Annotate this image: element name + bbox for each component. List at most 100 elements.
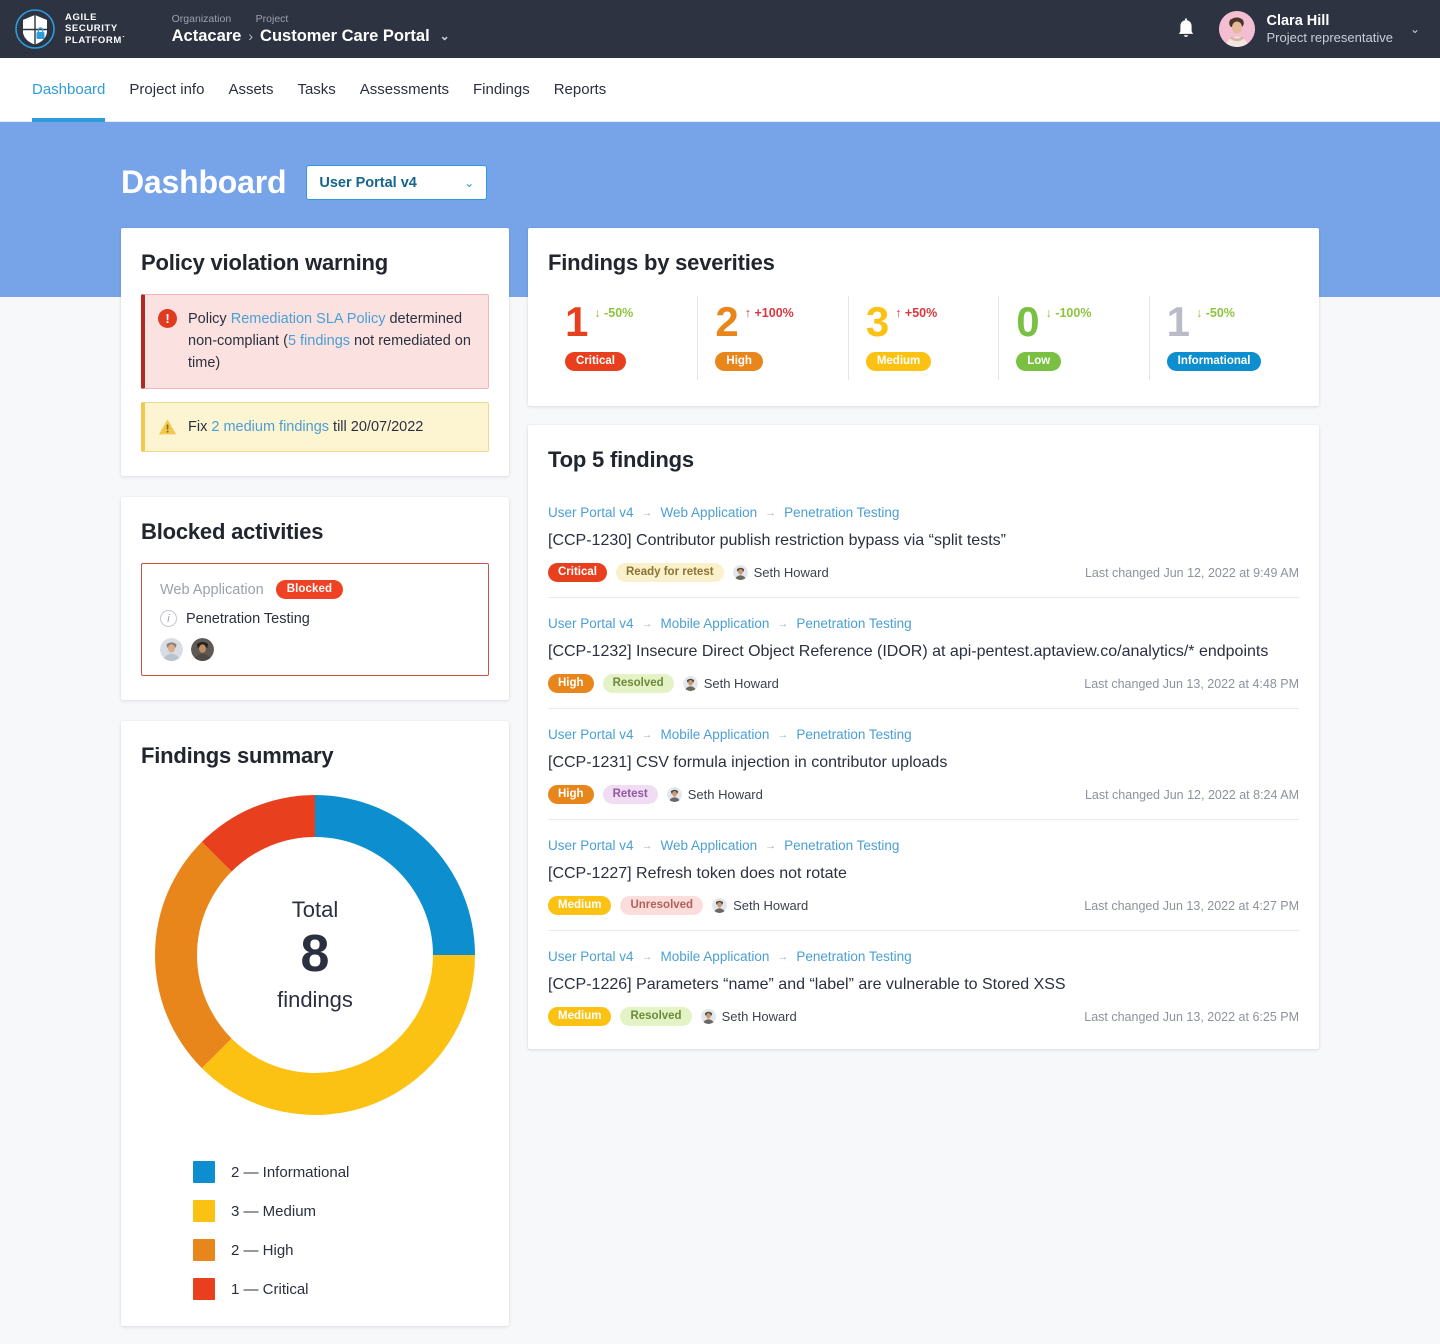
breadcrumb-link[interactable]: Penetration Testing <box>796 727 911 742</box>
chevron-down-icon[interactable]: ⌄ <box>440 26 450 46</box>
breadcrumb-link[interactable]: User Portal v4 <box>548 727 634 742</box>
policy-warning-alert[interactable]: Fix 2 medium findings till 20/07/2022 <box>141 402 489 452</box>
policy-error-alert[interactable]: ! Policy Remediation SLA Policy determin… <box>141 294 489 389</box>
breadcrumb-arrow-icon: → <box>777 728 789 741</box>
breadcrumb-link[interactable]: User Portal v4 <box>548 838 634 853</box>
severity-count: 0 <box>1016 298 1040 345</box>
breadcrumb-link[interactable]: Web Application <box>661 838 758 853</box>
trend-arrow-icon: ↓ <box>1045 306 1052 320</box>
severity-cell-medium[interactable]: 3 ↑ +50% Medium <box>847 296 998 380</box>
organization-value[interactable]: Actacare <box>172 26 242 46</box>
severity-delta: ↓ -100% <box>1046 300 1092 320</box>
severity-delta-value: -50% <box>1205 306 1235 320</box>
dashboard-page: AGILE SECURITY PLATFORM˙ Organization Pr… <box>0 0 1440 1344</box>
breadcrumb-link[interactable]: User Portal v4 <box>548 505 634 520</box>
finding-title[interactable]: [CCP-1232] Insecure Direct Object Refere… <box>548 641 1299 663</box>
legend-item: 2 — High <box>193 1239 489 1261</box>
breadcrumb-link[interactable]: Penetration Testing <box>796 949 911 964</box>
finding-title[interactable]: [CCP-1230] Contributor publish restricti… <box>548 530 1299 552</box>
user-name: Clara Hill <box>1266 12 1330 29</box>
finding-meta: Medium Unresolved Seth Howard Last changed … <box>548 896 1299 915</box>
policy-warning-text: Fix 2 medium findings till 20/07/2022 <box>188 416 423 438</box>
severity-delta-value: -50% <box>604 306 634 320</box>
finding-row[interactable]: User Portal v4 → Mobile Application → Penetr… <box>548 598 1299 709</box>
finding-row[interactable]: User Portal v4 → Mobile Application → Penetr… <box>548 931 1299 1041</box>
finding-row[interactable]: User Portal v4 → Web Application → Penetrati… <box>548 820 1299 931</box>
tab-project-info[interactable]: Project info <box>117 58 216 122</box>
trend-arrow-icon: ↑ <box>895 306 902 320</box>
breadcrumb-link[interactable]: Penetration Testing <box>784 838 899 853</box>
brand-line-1: AGILE <box>65 11 98 23</box>
chevron-down-icon[interactable]: ⌄ <box>1410 22 1420 36</box>
tab-findings[interactable]: Findings <box>461 58 542 122</box>
finding-title[interactable]: [CCP-1227] Refresh token does not rotate <box>548 863 1299 885</box>
status-badge: Retest <box>602 785 658 804</box>
remediation-sla-policy-link[interactable]: Remediation SLA Policy <box>231 311 386 327</box>
breadcrumb-link[interactable]: Mobile Application <box>661 949 770 964</box>
severity-delta: ↓ -50% <box>594 300 633 320</box>
portal-select[interactable]: User Portal v4 ⌄ <box>306 165 488 200</box>
breadcrumb-link[interactable]: User Portal v4 <box>548 949 634 964</box>
finding-title[interactable]: [CCP-1231] CSV formula injection in cont… <box>548 752 1299 774</box>
breadcrumb-link[interactable]: Penetration Testing <box>784 505 899 520</box>
tab-assets[interactable]: Assets <box>216 58 285 122</box>
five-findings-link[interactable]: 5 findings <box>288 333 350 349</box>
project-label: Project <box>255 12 289 25</box>
finding-last-changed: Last changed Jun 13, 2022 at 6:25 PM <box>1084 1009 1299 1024</box>
project-value[interactable]: Customer Care Portal <box>260 26 430 46</box>
severity-cell-informational[interactable]: 1 ↓ -50% Informational <box>1148 296 1299 380</box>
severity-badge: Medium <box>548 896 612 915</box>
main-nav: Dashboard Project info Assets Tasks Asse… <box>0 58 1440 122</box>
legend-label-high: 2 — High <box>231 1241 294 1259</box>
brand-line-2: SECURITY <box>65 23 118 35</box>
two-medium-findings-link[interactable]: 2 medium findings <box>211 419 329 435</box>
breadcrumb-link[interactable]: Web Application <box>661 505 758 520</box>
avatar[interactable] <box>191 638 214 661</box>
shield-lock-icon <box>14 8 56 50</box>
bell-icon[interactable] <box>1175 17 1197 41</box>
assignee-name: Seth Howard <box>687 787 763 802</box>
severity-pill: Low <box>1016 352 1062 371</box>
severity-count: 1 <box>1166 298 1190 345</box>
page-title: Dashboard <box>121 164 287 200</box>
trend-arrow-icon: ↓ <box>1195 306 1203 320</box>
assignee-name: Seth Howard <box>721 1009 797 1024</box>
severity-cell-low[interactable]: 0 ↓ -100% Low <box>998 296 1148 380</box>
breadcrumb-link[interactable]: Penetration Testing <box>796 616 911 631</box>
finding-row[interactable]: User Portal v4 → Mobile Application → Penetr… <box>548 709 1299 820</box>
policy-warning-prefix: Fix <box>188 419 212 435</box>
finding-last-changed: Last changed Jun 13, 2022 at 4:27 PM <box>1084 898 1299 913</box>
user-menu[interactable]: Clara Hill Project representative ⌄ <box>1219 11 1420 47</box>
finding-breadcrumb: User Portal v4 → Web Application → Penetrati… <box>548 505 1299 520</box>
breadcrumb-link[interactable]: Mobile Application <box>661 616 770 631</box>
blocked-activity-item[interactable]: Web Application Blocked i Penetration Te… <box>141 563 489 676</box>
findings-summary-card: Findings summary Total 8 findings 2 — In… <box>121 721 509 1326</box>
top-findings-title: Top 5 findings <box>548 447 694 472</box>
portal-select-value: User Portal v4 <box>319 174 417 191</box>
severity-cell-high[interactable]: 2 ↑ +100% High <box>697 296 847 380</box>
brand-logo[interactable]: AGILE SECURITY PLATFORM˙ <box>14 8 148 50</box>
tab-dashboard[interactable]: Dashboard <box>20 58 117 122</box>
policy-violation-card: Policy violation warning ! Policy Remedi… <box>121 228 509 476</box>
severity-count: 1 <box>565 298 589 345</box>
breadcrumb-link[interactable]: User Portal v4 <box>548 616 634 631</box>
tab-assessments[interactable]: Assessments <box>348 58 461 122</box>
donut-total-number: 8 <box>300 925 330 984</box>
breadcrumb-link[interactable]: Mobile Application <box>661 727 770 742</box>
chevron-down-icon: ⌄ <box>464 175 475 190</box>
severity-cell-critical[interactable]: 1 ↓ -50% Critical <box>548 296 697 380</box>
legend-swatch-medium <box>193 1200 215 1222</box>
avatar[interactable] <box>160 638 183 661</box>
avatar <box>682 676 698 691</box>
tab-tasks[interactable]: Tasks <box>285 58 347 122</box>
severity-pill: Medium <box>865 352 932 371</box>
avatar <box>712 898 728 913</box>
finding-row[interactable]: User Portal v4 → Web Application → Penetrati… <box>548 487 1299 598</box>
severity-badge: Critical <box>548 563 607 582</box>
blocked-activities-title: Blocked activities <box>141 519 324 544</box>
top-findings-card: Top 5 findings User Portal v4 → Web Applic… <box>528 425 1319 1049</box>
finding-title[interactable]: [CCP-1226] Parameters “name” and “label”… <box>548 974 1299 996</box>
trend-arrow-icon: ↓ <box>594 306 601 320</box>
tab-reports[interactable]: Reports <box>542 58 619 122</box>
finding-breadcrumb: User Portal v4 → Mobile Application → Penetr… <box>548 727 1299 742</box>
